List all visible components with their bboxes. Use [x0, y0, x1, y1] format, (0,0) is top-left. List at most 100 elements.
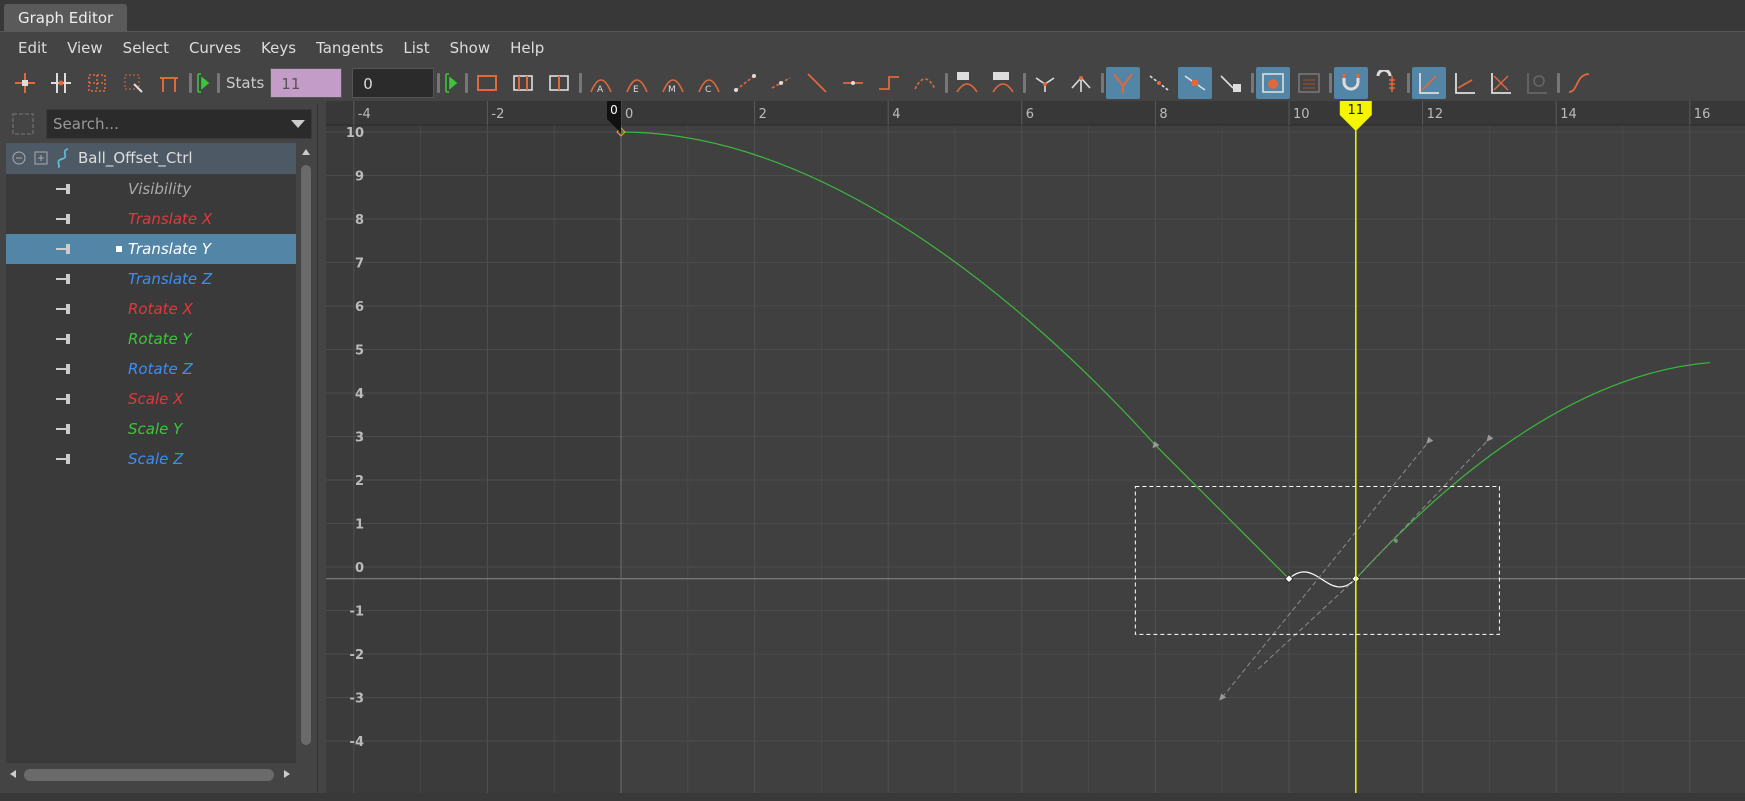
magnet-icon	[1342, 74, 1360, 91]
free-tangent-weight-button[interactable]	[1106, 67, 1141, 99]
search-input[interactable]	[47, 110, 277, 138]
out-tangent-button[interactable]	[986, 67, 1020, 99]
channel-row[interactable]: Translate Z	[6, 264, 296, 294]
custom-tangent-icon: C	[698, 79, 721, 95]
menu-show[interactable]: Show	[440, 33, 500, 63]
region-tool-button[interactable]	[116, 67, 150, 99]
scroll-thumb[interactable]	[24, 769, 274, 781]
move-keys-tool-button[interactable]	[8, 67, 42, 99]
value-snap-button[interactable]	[1370, 67, 1404, 99]
green-arrow-icon	[197, 73, 210, 93]
step-tangent-button[interactable]	[800, 67, 834, 99]
frame-playback-range-button[interactable]	[506, 67, 540, 99]
menu-view[interactable]: View	[57, 33, 113, 63]
channel-label: Scale X	[128, 390, 184, 408]
stats-value-field[interactable]: 0	[352, 68, 435, 98]
auto-tangent-button[interactable]: A	[584, 67, 618, 99]
insert-keys-tool-button[interactable]	[44, 67, 78, 99]
ruler-tick-label: 6	[1026, 107, 1034, 122]
clamped-tangent-button[interactable]: M	[656, 67, 690, 99]
scroll-up-icon[interactable]	[301, 147, 311, 157]
window-title-tab[interactable]: Graph Editor	[4, 4, 128, 32]
menu-edit[interactable]: Edit	[8, 33, 57, 63]
normalized-view-button[interactable]	[1484, 67, 1518, 99]
tangent-handle[interactable]	[1393, 538, 1398, 543]
lattice-deform-tool-button[interactable]	[80, 67, 114, 99]
scroll-left-icon[interactable]	[8, 769, 18, 779]
break-tangents-button[interactable]	[1028, 67, 1062, 99]
weighted-tangents-button[interactable]	[1178, 67, 1213, 99]
spline-tangent-button[interactable]: E	[620, 67, 654, 99]
menu-select[interactable]: Select	[113, 33, 179, 63]
menu-tangents[interactable]: Tangents	[306, 33, 393, 63]
ruler-tick-label: 0	[625, 107, 633, 122]
chevron-down-icon[interactable]	[291, 120, 305, 128]
channel-label: Scale Y	[128, 420, 183, 438]
svg-text:E: E	[633, 85, 639, 95]
value-axis-label: 10	[346, 126, 364, 141]
tree-root-node[interactable]: Ball_Offset_Ctrl	[6, 143, 296, 174]
lock-tangent-weight-button[interactable]	[1142, 67, 1176, 99]
curve-graph[interactable]: -4 -2 0 2 4 6 8 10 12 14 16109876543210-1-2-3-40 11	[326, 101, 1745, 793]
stepped-tangent-icon	[879, 76, 900, 90]
auto-load-button[interactable]	[1256, 67, 1291, 99]
channel-row[interactable]: Scale X	[6, 384, 296, 414]
frame-all-button[interactable]	[470, 67, 504, 99]
smooth-tangent-button[interactable]	[908, 67, 942, 99]
time-ruler[interactable]	[326, 101, 1745, 125]
expand-icon[interactable]	[34, 151, 48, 165]
lock-weight-icon	[1149, 75, 1169, 91]
buffer-toggle-button[interactable]	[442, 67, 462, 99]
value-axis-label: 5	[355, 344, 364, 359]
channel-row[interactable]: Rotate X	[6, 294, 296, 324]
channel-row[interactable]: Rotate Y	[6, 324, 296, 354]
renormalize-button[interactable]	[1520, 67, 1554, 99]
ruler-tick-label: -4	[358, 107, 371, 122]
menu-curves[interactable]: Curves	[179, 33, 251, 63]
menu-list[interactable]: List	[393, 33, 439, 63]
channel-label: Translate Y	[128, 240, 212, 258]
channel-key-icon	[56, 214, 70, 224]
outliner-vertical-scrollbar[interactable]	[299, 143, 313, 763]
absolute-view-button[interactable]	[1412, 67, 1447, 99]
graph-view[interactable]: -4 -2 0 2 4 6 8 10 12 14 16 10 9 8 7 6 5 4 3 2 1 0 -1 -2 -3 -4 0 11	[326, 101, 1745, 793]
curve-tools-button[interactable]	[1562, 67, 1596, 99]
collapse-icon[interactable]	[12, 151, 26, 165]
channel-row[interactable]: Scale Y	[6, 414, 296, 444]
in-tangent-icon	[956, 72, 978, 93]
channel-row[interactable]: Visibility	[6, 174, 296, 204]
stepped-tangent-button[interactable]	[872, 67, 906, 99]
stats-frame-field[interactable]: 11	[270, 68, 343, 98]
lock-tangents-button[interactable]	[1214, 67, 1248, 99]
plateau-tangent-button[interactable]	[836, 67, 870, 99]
auto-tangent-icon: A	[590, 79, 613, 95]
pre-range-shade	[326, 101, 621, 793]
load-selected-button[interactable]	[1292, 67, 1326, 99]
channel-row[interactable]: Translate Y	[6, 234, 296, 264]
toolbar-separator	[464, 69, 468, 97]
channel-key-icon	[56, 424, 70, 434]
filter-icon[interactable]	[10, 111, 36, 137]
scroll-right-icon[interactable]	[282, 769, 292, 779]
center-current-time-button[interactable]	[542, 67, 576, 99]
stacked-view-button[interactable]	[1448, 67, 1482, 99]
scroll-thumb[interactable]	[301, 165, 311, 745]
curve-tools-icon	[1569, 73, 1590, 93]
menu-keys[interactable]: Keys	[251, 33, 306, 63]
custom-tangent-button[interactable]: C	[692, 67, 726, 99]
stats-toggle-button[interactable]	[194, 67, 214, 99]
flat-tangent-button[interactable]	[764, 67, 798, 99]
renormalize-icon	[1527, 73, 1548, 94]
menu-help[interactable]: Help	[500, 33, 554, 63]
channel-row[interactable]: Scale Z	[6, 444, 296, 474]
channel-row[interactable]: Rotate Z	[6, 354, 296, 384]
retime-tool-button[interactable]	[152, 67, 186, 99]
channel-row[interactable]: Translate X	[6, 204, 296, 234]
time-snap-button[interactable]	[1334, 67, 1369, 99]
channel-key-icon	[56, 364, 70, 374]
outliner-horizontal-scrollbar[interactable]	[6, 765, 296, 783]
unify-tangents-button[interactable]	[1064, 67, 1098, 99]
linear-tangent-button[interactable]	[728, 67, 762, 99]
in-tangent-button[interactable]	[950, 67, 984, 99]
stacked-view-icon	[1455, 73, 1476, 94]
